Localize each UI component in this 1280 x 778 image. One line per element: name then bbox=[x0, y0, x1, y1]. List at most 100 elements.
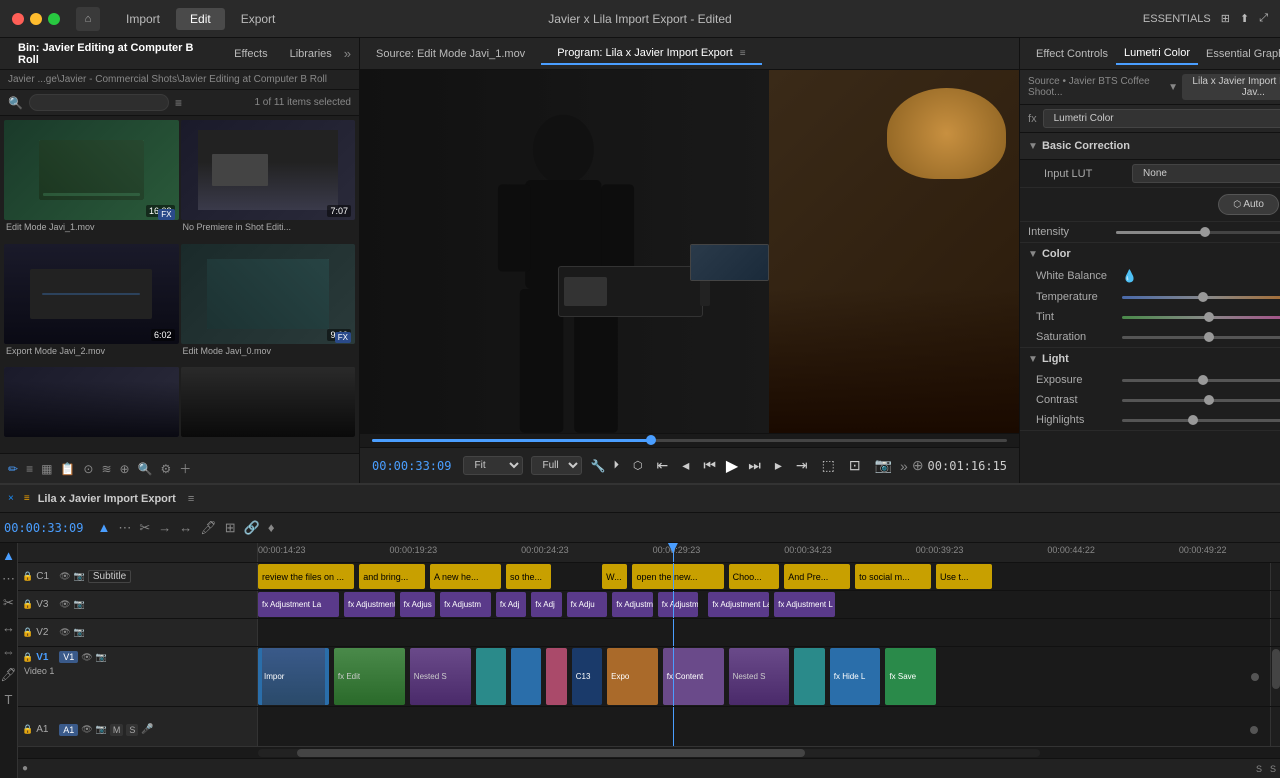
highlights-slider[interactable] bbox=[1122, 419, 1280, 422]
h-scrollbar-track[interactable] bbox=[258, 749, 1040, 757]
import-tab[interactable]: Import bbox=[112, 8, 174, 30]
step-back2-btn[interactable]: ⏮ bbox=[699, 455, 720, 476]
list-item[interactable]: 7:07 No Premiere in Shot Editi... bbox=[181, 120, 356, 242]
subtitle-clip[interactable]: open the new... bbox=[632, 564, 723, 589]
close-button[interactable] bbox=[12, 13, 24, 25]
subtitle-clip[interactable]: And Pre... bbox=[784, 564, 850, 589]
source-tab[interactable]: Source: Edit Mode Javi_1.mov bbox=[360, 44, 541, 64]
adjustment-clip[interactable]: fx Adju bbox=[567, 592, 607, 617]
video-clip[interactable] bbox=[476, 648, 506, 705]
snap-toggle[interactable]: ⊞ bbox=[223, 518, 238, 538]
video-clip[interactable]: Nested S bbox=[729, 648, 790, 705]
home-button[interactable]: ⌂ bbox=[76, 7, 100, 31]
sort-icon[interactable]: ≋ bbox=[101, 462, 111, 476]
subtitle-clip[interactable]: A new he... bbox=[430, 564, 501, 589]
track-eye-c1[interactable]: 👁 bbox=[59, 571, 70, 582]
go-out-btn[interactable]: ⇥ bbox=[792, 455, 812, 476]
track-eye-v3[interactable]: 👁 bbox=[59, 599, 70, 610]
track-camera-v3[interactable]: 📷 bbox=[74, 599, 85, 610]
a1-target-btn[interactable]: A1 bbox=[59, 724, 78, 736]
metadata-icon[interactable]: 📋 bbox=[60, 462, 75, 476]
track-select-tool[interactable]: → bbox=[156, 518, 173, 537]
list-item[interactable]: 9:09 FX Edit Mode Javi_0.mov bbox=[181, 244, 356, 366]
pencil-icon[interactable]: ✏ bbox=[8, 462, 18, 476]
track-lock-a1[interactable]: 🔒 bbox=[22, 724, 33, 735]
video-clip[interactable]: fx Save bbox=[885, 648, 936, 705]
adjustment-clip[interactable]: fx Adjustment Lay bbox=[344, 592, 395, 617]
adjustment-clip[interactable]: fx Adjustme bbox=[658, 592, 698, 617]
video-clip[interactable]: Impor bbox=[258, 648, 329, 705]
overwrite-btn[interactable]: ⊡ bbox=[845, 455, 865, 476]
effects-tab[interactable]: Effects bbox=[224, 44, 277, 64]
list-item[interactable]: 16:03 FX Edit Mode Javi_1.mov bbox=[4, 120, 179, 242]
ripple-tool[interactable]: ⋯ bbox=[116, 518, 133, 538]
adjustment-clip[interactable]: fx Adj bbox=[531, 592, 561, 617]
eyedropper-icon[interactable]: 💧 bbox=[1122, 269, 1137, 283]
a1-m-btn[interactable]: M bbox=[110, 724, 124, 736]
razor-edit-icon[interactable]: ✂ bbox=[1, 595, 17, 611]
panel-settings-icon[interactable]: ⚙ bbox=[161, 462, 172, 476]
scrubber-track[interactable] bbox=[372, 439, 1007, 442]
subtitle-clip[interactable]: to social m... bbox=[855, 564, 931, 589]
subtitle-clip[interactable]: W... bbox=[602, 564, 627, 589]
track-eye-v1[interactable]: 👁 bbox=[81, 652, 92, 663]
sequence-btn[interactable]: Lila x Javier Import Export • Jav... bbox=[1182, 74, 1280, 100]
pen-tool[interactable]: 🖊 bbox=[198, 518, 219, 538]
effect-controls-tab[interactable]: Effect Controls bbox=[1028, 44, 1116, 64]
list-item[interactable] bbox=[181, 367, 356, 449]
intensity-slider[interactable] bbox=[1116, 231, 1280, 234]
video-clip[interactable]: Nested S bbox=[410, 648, 471, 705]
tint-slider[interactable] bbox=[1122, 316, 1280, 319]
track-eye-v2[interactable]: 👁 bbox=[59, 627, 70, 638]
fx-dropdown[interactable]: Lumetri Color bbox=[1043, 109, 1280, 128]
list-view-icon[interactable]: ≡ bbox=[175, 96, 182, 110]
export-tab[interactable]: Export bbox=[227, 8, 290, 30]
ripple-edit-icon[interactable]: ⋯ bbox=[1, 571, 17, 587]
fit-select[interactable]: Fit 25% 50% 100% bbox=[463, 456, 523, 475]
v1-target-btn[interactable]: V1 bbox=[59, 651, 78, 663]
slip-tool[interactable]: ↔ bbox=[177, 518, 194, 537]
adjustment-clip[interactable]: fx Adjustment Layer bbox=[708, 592, 769, 617]
add-btn[interactable]: ⊕ bbox=[912, 457, 924, 474]
track-lock-v3[interactable]: 🔒 bbox=[22, 599, 33, 610]
auto-button[interactable]: ⬡ Auto bbox=[1218, 194, 1279, 215]
add-icon[interactable]: ＋ bbox=[179, 460, 191, 477]
minimize-button[interactable] bbox=[30, 13, 42, 25]
insert-btn[interactable]: ⬚ bbox=[818, 455, 839, 476]
play-btn[interactable]: ▶ bbox=[726, 456, 738, 476]
dropdown-arrow-icon[interactable]: ▼ bbox=[1168, 82, 1178, 93]
slip-edit-icon[interactable]: ↔ bbox=[1, 619, 17, 635]
search-input[interactable] bbox=[29, 94, 169, 111]
v-scroll-thumb[interactable] bbox=[1272, 649, 1280, 689]
subtitle-clip[interactable]: review the files on ... bbox=[258, 564, 354, 589]
linked-toggle[interactable]: 🔗 bbox=[242, 518, 262, 538]
input-lut-dropdown[interactable]: None bbox=[1132, 164, 1280, 183]
track-lock-v1[interactable]: 🔒 bbox=[22, 652, 33, 663]
timeline-hamburger-icon[interactable]: ≡ bbox=[188, 493, 194, 505]
pen-edit-icon[interactable]: 🖊 bbox=[1, 667, 17, 683]
list-item[interactable] bbox=[4, 367, 179, 449]
track-camera-c1[interactable]: 📷 bbox=[74, 571, 85, 582]
timeline-menu-icon[interactable]: ≡ bbox=[24, 493, 30, 504]
list-icon[interactable]: ≡ bbox=[26, 462, 33, 476]
go-in-btn[interactable]: ⇤ bbox=[653, 455, 673, 476]
step-back-btn[interactable]: ◂ bbox=[678, 455, 693, 476]
scrubber-head[interactable] bbox=[646, 435, 656, 445]
search2-icon[interactable]: 🔍 bbox=[138, 462, 153, 476]
maximize-button[interactable] bbox=[48, 13, 60, 25]
export-frame-btn[interactable]: 📷 bbox=[871, 455, 896, 476]
subtitle-clip[interactable]: Choo... bbox=[729, 564, 780, 589]
filter-icon[interactable]: ⊙ bbox=[83, 462, 93, 476]
h-scrollbar-thumb[interactable] bbox=[297, 749, 805, 757]
essential-graphics-tab[interactable]: Essential Graphics bbox=[1198, 44, 1280, 64]
light-section-header[interactable]: ▼ Light bbox=[1020, 348, 1280, 370]
pointer-tool-icon[interactable]: ▲ bbox=[1, 547, 17, 563]
mark-in-btn[interactable]: ⏵ bbox=[609, 457, 623, 474]
fullscreen-icon[interactable]: ⤢ bbox=[1259, 12, 1268, 25]
zoom-icon[interactable]: ⊕ bbox=[120, 462, 130, 476]
adjustment-clip[interactable]: fx Adjustment L bbox=[774, 592, 835, 617]
exposure-slider[interactable] bbox=[1122, 379, 1280, 382]
list-item[interactable]: 6:02 Export Mode Javi_2.mov bbox=[4, 244, 179, 366]
libraries-tab[interactable]: Libraries bbox=[280, 44, 342, 64]
video-clip[interactable]: C13 bbox=[572, 648, 602, 705]
